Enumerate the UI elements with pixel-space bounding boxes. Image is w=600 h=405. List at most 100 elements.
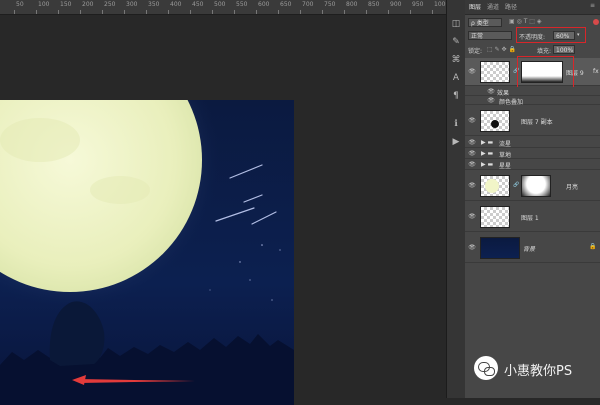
group-row-grass[interactable]: 👁 ▶ ▬ 草地 — [465, 148, 600, 159]
layer-row-7-copy[interactable]: 👁 图层 7 副本 — [465, 106, 600, 136]
group-name: 星星 — [499, 163, 512, 170]
layer-thumbnail — [480, 237, 520, 259]
ruler-tick-mark — [102, 10, 103, 14]
panel-menu-icon[interactable]: ≡ — [590, 2, 595, 9]
ruler-tick-mark — [432, 10, 433, 14]
ruler-tick-mark — [256, 10, 257, 14]
layer-thumbnail — [480, 110, 510, 132]
group-name: 草地 — [499, 152, 512, 159]
ruler-tick-mark — [124, 10, 125, 14]
ruler-tick-label: 50 — [16, 1, 24, 8]
panel-tabs: 图层 通道 路径 ≡ — [465, 0, 600, 15]
watermark: 小惠教你PS — [474, 354, 594, 384]
character-icon[interactable]: A — [450, 72, 462, 84]
ruler-tick-label: 650 — [280, 1, 292, 8]
ruler-tick-mark — [190, 10, 191, 14]
chain-link-icon: 🔗 — [513, 182, 520, 188]
paragraph-icon[interactable]: ¶ — [450, 90, 462, 102]
group-row-flow[interactable]: 👁 ▶ ▬ 流星 — [465, 137, 600, 148]
layer-thumbnail — [480, 175, 510, 197]
layer-row-background[interactable]: 👁 背景 🔒 — [465, 233, 600, 263]
effects-row[interactable]: 👁 效果 — [465, 87, 600, 97]
layer-thumbnail — [480, 206, 510, 228]
ruler-tick-mark — [36, 10, 37, 14]
ruler-tick-mark — [58, 10, 59, 14]
ruler-tick-mark — [146, 10, 147, 14]
night-sky-artwork — [0, 100, 294, 405]
visibility-eye-icon[interactable]: 👁 — [468, 245, 476, 251]
ruler-tick-mark — [168, 10, 169, 14]
color-overlay-row[interactable]: 👁 颜色叠加 — [465, 96, 600, 106]
ruler-tick-mark — [300, 10, 301, 14]
blend-mode-select[interactable]: 正常 — [468, 31, 512, 40]
visibility-eye-icon[interactable]: 👁 — [468, 214, 476, 220]
ruler-tick-label: 300 — [126, 1, 138, 8]
group-expand-icon[interactable]: ▶ ▬ — [481, 139, 493, 146]
visibility-eye-icon[interactable]: 👁 — [468, 118, 476, 124]
layer-name: 月亮 — [566, 184, 579, 191]
visibility-eye-icon[interactable]: 👁 — [468, 183, 476, 189]
wechat-logo-icon — [474, 356, 498, 380]
ruler-tick-label: 350 — [148, 1, 160, 8]
ruler-tick-label: 150 — [60, 1, 72, 8]
visibility-eye-icon[interactable]: 👁 — [468, 151, 476, 157]
overlay-eye-icon[interactable]: 👁 — [487, 98, 495, 104]
layer-row-moon[interactable]: 👁 🔗 月亮 — [465, 171, 600, 201]
visibility-eye-icon[interactable]: 👁 — [468, 69, 476, 75]
ruler-tick-label: 800 — [346, 1, 358, 8]
info-icon[interactable]: ℹ — [450, 118, 462, 130]
visibility-eye-icon[interactable]: 👁 — [468, 162, 476, 168]
brush-preset-icon[interactable]: ✎ — [450, 36, 462, 48]
ruler-tick-label: 400 — [170, 1, 182, 8]
lock-label: 锁定: — [468, 48, 483, 55]
filter-kind-select[interactable]: ρ 类型 — [468, 18, 502, 27]
ruler-tick-label: 550 — [236, 1, 248, 8]
ruler-tick-label: 900 — [390, 1, 402, 8]
layer-mask-thumbnail[interactable] — [521, 175, 551, 197]
ruler-tick-mark — [14, 10, 15, 14]
layers-panel: 图层 通道 路径 ≡ ρ 类型 ▣ ◎ T ⬚ ◈ 正常 不透明度: 60% ▾… — [465, 0, 600, 398]
ruler-tick-label: 950 — [412, 1, 424, 8]
document-canvas[interactable] — [0, 100, 294, 405]
ruler-tick-label: 250 — [104, 1, 116, 8]
ruler-tick-mark — [278, 10, 279, 14]
filter-toggle-icon[interactable] — [593, 19, 599, 25]
fill-label: 填充: — [537, 48, 552, 55]
shooting-stars — [215, 164, 277, 225]
ruler-tick-mark — [322, 10, 323, 14]
layer-name: 背景 — [523, 246, 536, 253]
filter-icons[interactable]: ▣ ◎ T ⬚ ◈ — [509, 18, 541, 25]
group-expand-icon[interactable]: ▶ ▬ — [481, 161, 493, 168]
group-name: 流星 — [499, 141, 512, 148]
ruler-tick-label: 200 — [82, 1, 94, 8]
lock-icons[interactable]: ⬚ ✎ ✥ 🔒 — [487, 46, 516, 53]
effect-eye-icon[interactable]: 👁 — [487, 89, 495, 95]
lock-icon: 🔒 — [589, 243, 597, 250]
grass-silhouette — [0, 334, 294, 405]
figure-silhouette — [49, 301, 105, 366]
ruler-tick-label: 700 — [302, 1, 314, 8]
ruler-tick-label: 100 — [38, 1, 50, 8]
fill-input[interactable]: 100% — [553, 45, 575, 54]
group-expand-icon[interactable]: ▶ ▬ — [481, 150, 493, 157]
ruler-tick-label: 500 — [214, 1, 226, 8]
layer-row-1[interactable]: 👁 图层 1 — [465, 202, 600, 232]
ruler-tick-mark — [212, 10, 213, 14]
horizontal-ruler: 50 100 150 200 250 300 350 400 450 500 550 600 650 70… — [0, 0, 471, 15]
tab-layers[interactable]: 图层 — [469, 2, 481, 11]
group-row-stars[interactable]: 👁 ▶ ▬ 星星 — [465, 159, 600, 170]
tab-paths[interactable]: 路径 — [505, 2, 517, 11]
history-icon[interactable]: ◫ — [450, 18, 462, 30]
canvas-area[interactable] — [0, 15, 448, 405]
brush-icon[interactable]: ⌘ — [450, 54, 462, 66]
panel-icon-strip: ◫ ✎ ⌘ A ¶ ℹ ▶ — [446, 0, 465, 398]
ruler-tick-mark — [234, 10, 235, 14]
ruler-tick-label: 850 — [368, 1, 380, 8]
visibility-eye-icon[interactable]: 👁 — [468, 140, 476, 146]
ruler-tick-mark — [366, 10, 367, 14]
actions-icon[interactable]: ▶ — [450, 136, 462, 148]
ruler-tick-label: 450 — [192, 1, 204, 8]
ruler-tick-label: 600 — [258, 1, 270, 8]
ruler-tick-mark — [410, 10, 411, 14]
tab-channels[interactable]: 通道 — [487, 2, 499, 11]
